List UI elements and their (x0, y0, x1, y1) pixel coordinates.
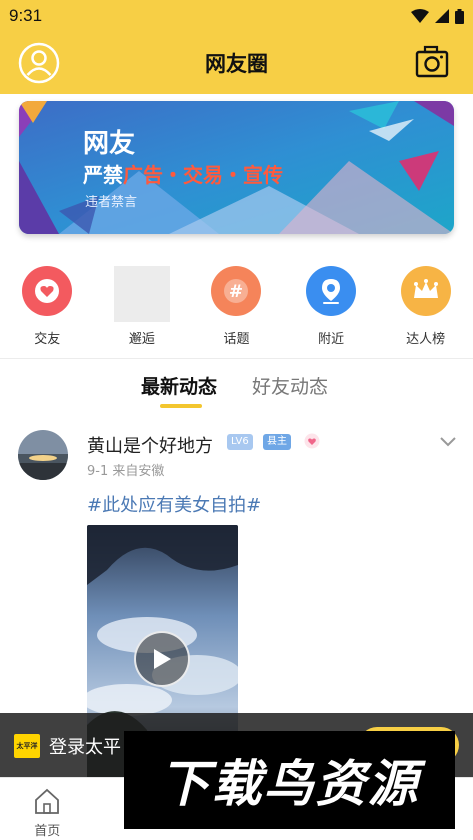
login-prompt-text: 登录太平 (49, 737, 121, 758)
crown-icon (400, 266, 451, 316)
post-topic-link[interactable]: #此处应有美女自拍# (87, 491, 261, 517)
status-bar: 9:31 (0, 0, 473, 32)
user-icon (18, 42, 60, 84)
heart-badge-icon (304, 433, 320, 449)
quick-nav-item-encounter[interactable]: 邂逅 (95, 266, 190, 350)
quick-nav-item-friends[interactable]: 交友 (0, 266, 95, 350)
signal-icon (435, 9, 449, 23)
tab-latest[interactable]: 最新动态 (141, 372, 217, 399)
app-bar: 网友圈 (0, 32, 473, 94)
chevron-down-icon[interactable] (440, 436, 456, 448)
avatar[interactable] (18, 430, 68, 480)
quick-nav-item-topics[interactable]: # 话题 (189, 266, 284, 350)
quick-nav-label: 附近 (318, 332, 345, 347)
status-time: 9:31 (9, 6, 43, 25)
svg-text:#: # (229, 282, 243, 302)
battery-icon (455, 8, 464, 24)
quick-nav-label: 话题 (223, 332, 250, 347)
quick-nav-label: 交友 (34, 332, 61, 347)
post-username[interactable]: 黄山是个好地方 (87, 432, 213, 458)
banner-slogan-prefix: 严禁 (83, 163, 123, 187)
quick-nav-item-leaderboard[interactable]: 达人榜 (378, 266, 473, 350)
divider (0, 358, 473, 359)
watermark: 下载鸟资源 (124, 731, 455, 829)
hashtag-icon: # (211, 266, 262, 316)
role-badge: 县主 (263, 434, 291, 450)
tab-friends[interactable]: 好友动态 (252, 372, 328, 399)
banner-slogan: 严禁广告・交易・宣传 (83, 159, 283, 188)
banner-slogan-highlight: 广告・交易・宣传 (123, 163, 283, 187)
quick-nav-label: 邂逅 (128, 332, 155, 347)
feed-tabs: 最新动态 好友动态 (0, 372, 473, 412)
play-button[interactable] (134, 631, 190, 687)
camera-button[interactable] (415, 45, 449, 79)
watermark-text: 下载鸟资源 (159, 755, 420, 813)
quick-nav-label: 达人榜 (406, 332, 446, 347)
post-meta: 9-1 来自安徽 (87, 464, 165, 479)
location-icon (306, 266, 357, 316)
heart-chat-icon (22, 266, 73, 316)
banner-title: 网友 (83, 129, 136, 159)
active-tab-indicator (160, 404, 202, 408)
quick-nav: 交友 邂逅 # 话题 附近 达人榜 (0, 266, 473, 350)
camera-icon (415, 45, 449, 78)
banner-subtitle: 违者禁言 (85, 195, 138, 210)
level-badge: LV6 (227, 434, 253, 450)
brand-logo: 太平洋 (14, 734, 40, 758)
page-title: 网友圈 (205, 52, 268, 76)
bottom-nav-label: 首页 (34, 824, 61, 839)
play-icon (154, 649, 171, 669)
banner[interactable]: 网友 严禁广告・交易・宣传 违者禁言 (19, 101, 454, 234)
image-placeholder-icon (113, 266, 170, 322)
bottom-nav-home[interactable]: 首页 (0, 778, 95, 840)
status-icons (411, 8, 464, 24)
user-avatar-button[interactable] (18, 42, 60, 84)
quick-nav-item-nearby[interactable]: 附近 (284, 266, 379, 350)
home-icon (35, 788, 60, 814)
wifi-icon (411, 9, 429, 23)
